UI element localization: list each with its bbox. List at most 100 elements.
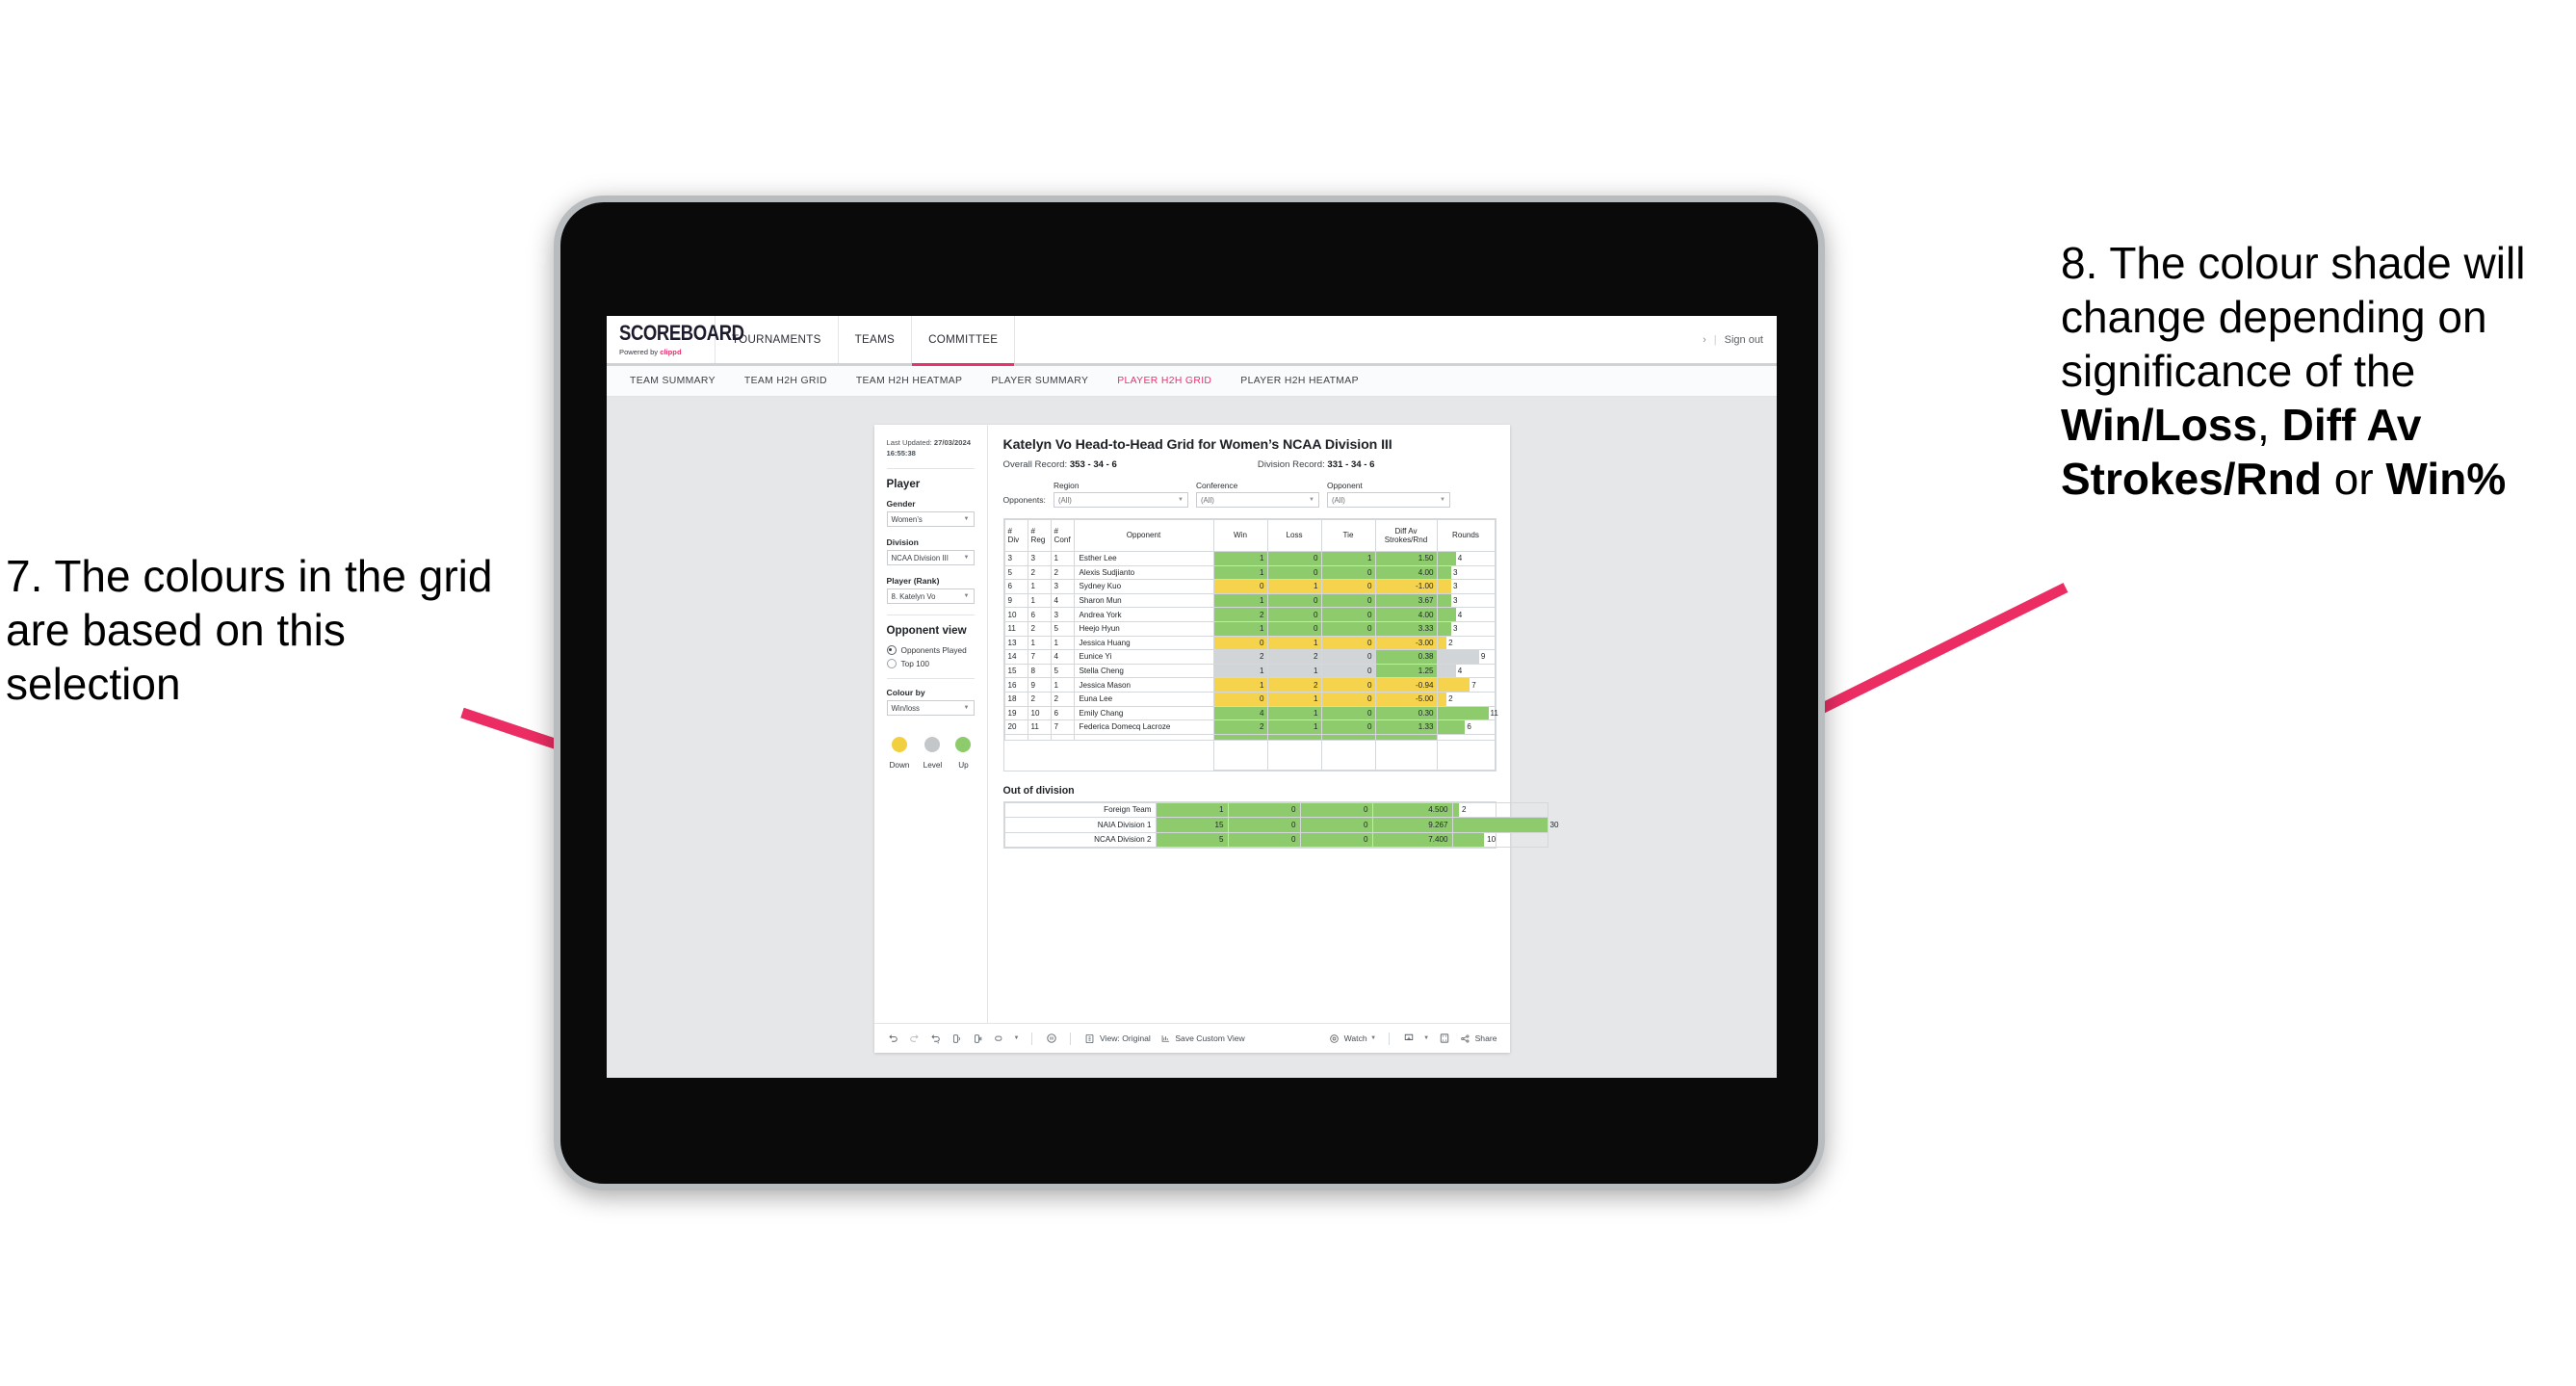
radio-opponents-played[interactable]: Opponents Played [886,645,975,656]
subnav-team-h2h-grid[interactable]: TEAM H2H GRID [744,376,827,386]
rounds-value: 2 [1448,694,1453,704]
filter-opponent-caption: Opponent [1326,481,1363,490]
view-original-button[interactable]: View: Original [1083,1033,1151,1045]
table-row[interactable]: 9 1 4 Sharon Mun 1 0 0 3.67 3 [1003,592,1496,609]
cell-tie: 0 [1320,579,1376,594]
out-of-division-row[interactable]: NAIA Division 1 15 0 0 9.267 30 [1003,817,1559,833]
th-diff-l2: Strokes/Rnd [1384,536,1428,544]
filter-conference-select[interactable]: (All) ▼ [1195,492,1319,508]
pause-auto-update-icon[interactable] [972,1033,984,1045]
cell-diff-av-strokes: 1.33 [1374,719,1438,735]
cell-ood-loss: 0 [1227,831,1301,848]
cell-conf: 2 [1050,564,1075,581]
share-button[interactable]: Share [1459,1033,1497,1045]
cell-loss: 2 [1266,677,1322,693]
h2h-grid-container[interactable]: # Div # Reg # Conf Opponent Win Loss Tie Di… [1002,518,1498,771]
rounds-bar [1437,580,1451,593]
subnav-player-h2h-heatmap[interactable]: PLAYER H2H HEATMAP [1240,376,1359,386]
pause-icon[interactable] [1045,1033,1057,1045]
colour-legend: Down Level Up [887,737,975,770]
rounds-bar [1437,608,1456,621]
cell-ood-tie: 0 [1299,801,1373,819]
table-row[interactable]: 19 10 6 Emily Chang 4 1 0 0.30 11 [1003,705,1498,721]
nav-tab-committee[interactable]: COMMITTEE [912,316,1016,366]
cell-div: 16 [1003,677,1028,693]
chevron-down-icon[interactable]: ▼ [1423,1035,1429,1041]
sign-out-link[interactable]: Sign out [1725,334,1763,346]
th-div[interactable]: # Div [1003,519,1028,552]
subnav-team-summary[interactable]: TEAM SUMMARY [630,376,716,386]
sidebar-divider-1 [886,468,975,470]
subnav-player-h2h-grid[interactable]: PLAYER H2H GRID [1117,376,1211,386]
sidebar-heading-opponent-view: Opponent view [886,624,967,638]
cell-opponent: Federica Domecq Lacroze [1073,719,1214,735]
table-row[interactable]: 16 9 1 Jessica Mason 1 2 0 -0.94 7 [1003,677,1496,693]
filter-region-select[interactable]: (All) ▼ [1053,492,1188,508]
cell-ood-win: 15 [1155,817,1229,833]
cell-win: 2 [1212,607,1268,622]
table-row[interactable]: 13 1 1 Jessica Huang 0 1 0 -3.00 2 [1003,635,1496,651]
label-player-rank: Player (Rank) [886,576,940,587]
th-reg[interactable]: # Reg [1027,519,1052,552]
table-row[interactable]: 3 3 1 Esther Lee 1 0 1 1.50 4 [1003,551,1496,566]
refresh-data-icon[interactable] [950,1033,963,1045]
th-rounds[interactable]: Rounds [1436,519,1496,552]
cell-opponent: Esther Lee [1073,551,1214,566]
chevron-right-icon[interactable]: › [1703,334,1706,346]
th-win[interactable]: Win [1212,519,1268,552]
chevron-down-icon[interactable]: ▼ [1014,1035,1020,1041]
redo-icon[interactable] [908,1033,921,1045]
table-row[interactable]: 14 7 4 Eunice Yi 2 2 0 0.38 9 [1003,649,1496,665]
out-of-division-row[interactable]: Foreign Team 1 0 0 4.500 2 [1003,801,1548,819]
toolbar-divider-3 [1389,1032,1391,1045]
th-conf[interactable]: # Conf [1050,519,1075,552]
table-row[interactable]: 20 11 7 Federica Domecq Lacroze 2 1 0 1.33 6 [1003,719,1496,735]
th-tie[interactable]: Tie [1320,519,1376,552]
table-row[interactable]: 11 2 5 Heejo Hyun 1 0 0 3.33 3 [1003,620,1496,637]
th-opponent[interactable]: Opponent [1073,519,1214,552]
cell-opponent: Andrea York [1073,607,1214,622]
cell-ood-loss: 0 [1227,817,1301,833]
select-division[interactable]: NCAA Division III ▼ [886,550,975,566]
rounds-value: 6 [1467,722,1471,732]
watch-button[interactable]: Watch ▼ [1328,1033,1376,1045]
subnav-player-summary[interactable]: PLAYER SUMMARY [991,376,1088,386]
h2h-grid-body: 3 3 1 Esther Lee 1 0 1 1.50 4 5 2 2 Alexis Sudjianto… [1003,551,1498,771]
cell-conf: 2 [1050,691,1075,707]
out-of-division-container[interactable]: Foreign Team 1 0 0 4.500 2 NAIA Division 1 15 0 0… [1002,800,1559,849]
cell-diff-av-strokes: -3.00 [1374,635,1438,651]
table-row[interactable]: 10 6 3 Andrea York 2 0 0 4.00 4 [1003,607,1496,622]
table-row[interactable]: 5 2 2 Alexis Sudjianto 1 0 0 4.00 3 [1003,564,1496,581]
chevron-down-icon: ▼ [1308,497,1314,503]
download-icon[interactable] [1402,1033,1415,1045]
select-player-rank[interactable]: 8. Katelyn Vo ▼ [886,588,975,605]
nav-tab-teams[interactable]: TEAMS [839,316,913,363]
cell-tie: 0 [1320,705,1376,721]
cell-win: 2 [1212,649,1268,665]
cell-div: 3 [1003,551,1028,566]
subnav-team-h2h-heatmap[interactable]: TEAM H2H HEATMAP [856,376,962,386]
revert-icon[interactable] [929,1033,942,1045]
cell-reg: 2 [1027,691,1052,707]
radio-top-100[interactable]: Top 100 [886,659,975,669]
app-logo[interactable]: SCOREBOARD Powered by clippd [607,316,744,363]
table-row[interactable]: 15 8 5 Stella Cheng 1 1 0 1.25 4 [1003,663,1496,679]
cell-ood-name: NCAA Division 2 [1003,831,1157,848]
th-diff-av-strokes[interactable]: Diff Av Strokes/Rnd [1374,519,1438,552]
cell-loss: 1 [1266,663,1322,679]
cell-opponent: Sharon Mun [1073,592,1214,609]
undo-icon[interactable] [887,1033,899,1045]
table-row[interactable]: 18 2 2 Euna Lee 0 1 0 -5.00 2 [1003,691,1496,707]
fullscreen-icon[interactable] [1438,1033,1450,1045]
th-loss[interactable]: Loss [1266,519,1322,552]
cell-reg: 3 [1027,551,1052,566]
save-custom-view-button[interactable]: Save Custom View [1159,1033,1245,1045]
filter-conference-caption: Conference [1195,481,1238,490]
undo-all-icon[interactable] [993,1033,1005,1045]
table-row[interactable]: 6 1 3 Sydney Kuo 0 1 0 -1.00 3 [1003,579,1496,594]
filter-opponent-select[interactable]: (All) ▼ [1326,492,1450,508]
out-of-division-row[interactable]: NCAA Division 2 5 0 0 7.400 10 [1003,831,1548,848]
select-gender[interactable]: Women’s ▼ [886,511,975,528]
filter-region: Region (All) ▼ [1053,481,1188,508]
select-colour-by[interactable]: Win/loss ▼ [886,700,975,717]
